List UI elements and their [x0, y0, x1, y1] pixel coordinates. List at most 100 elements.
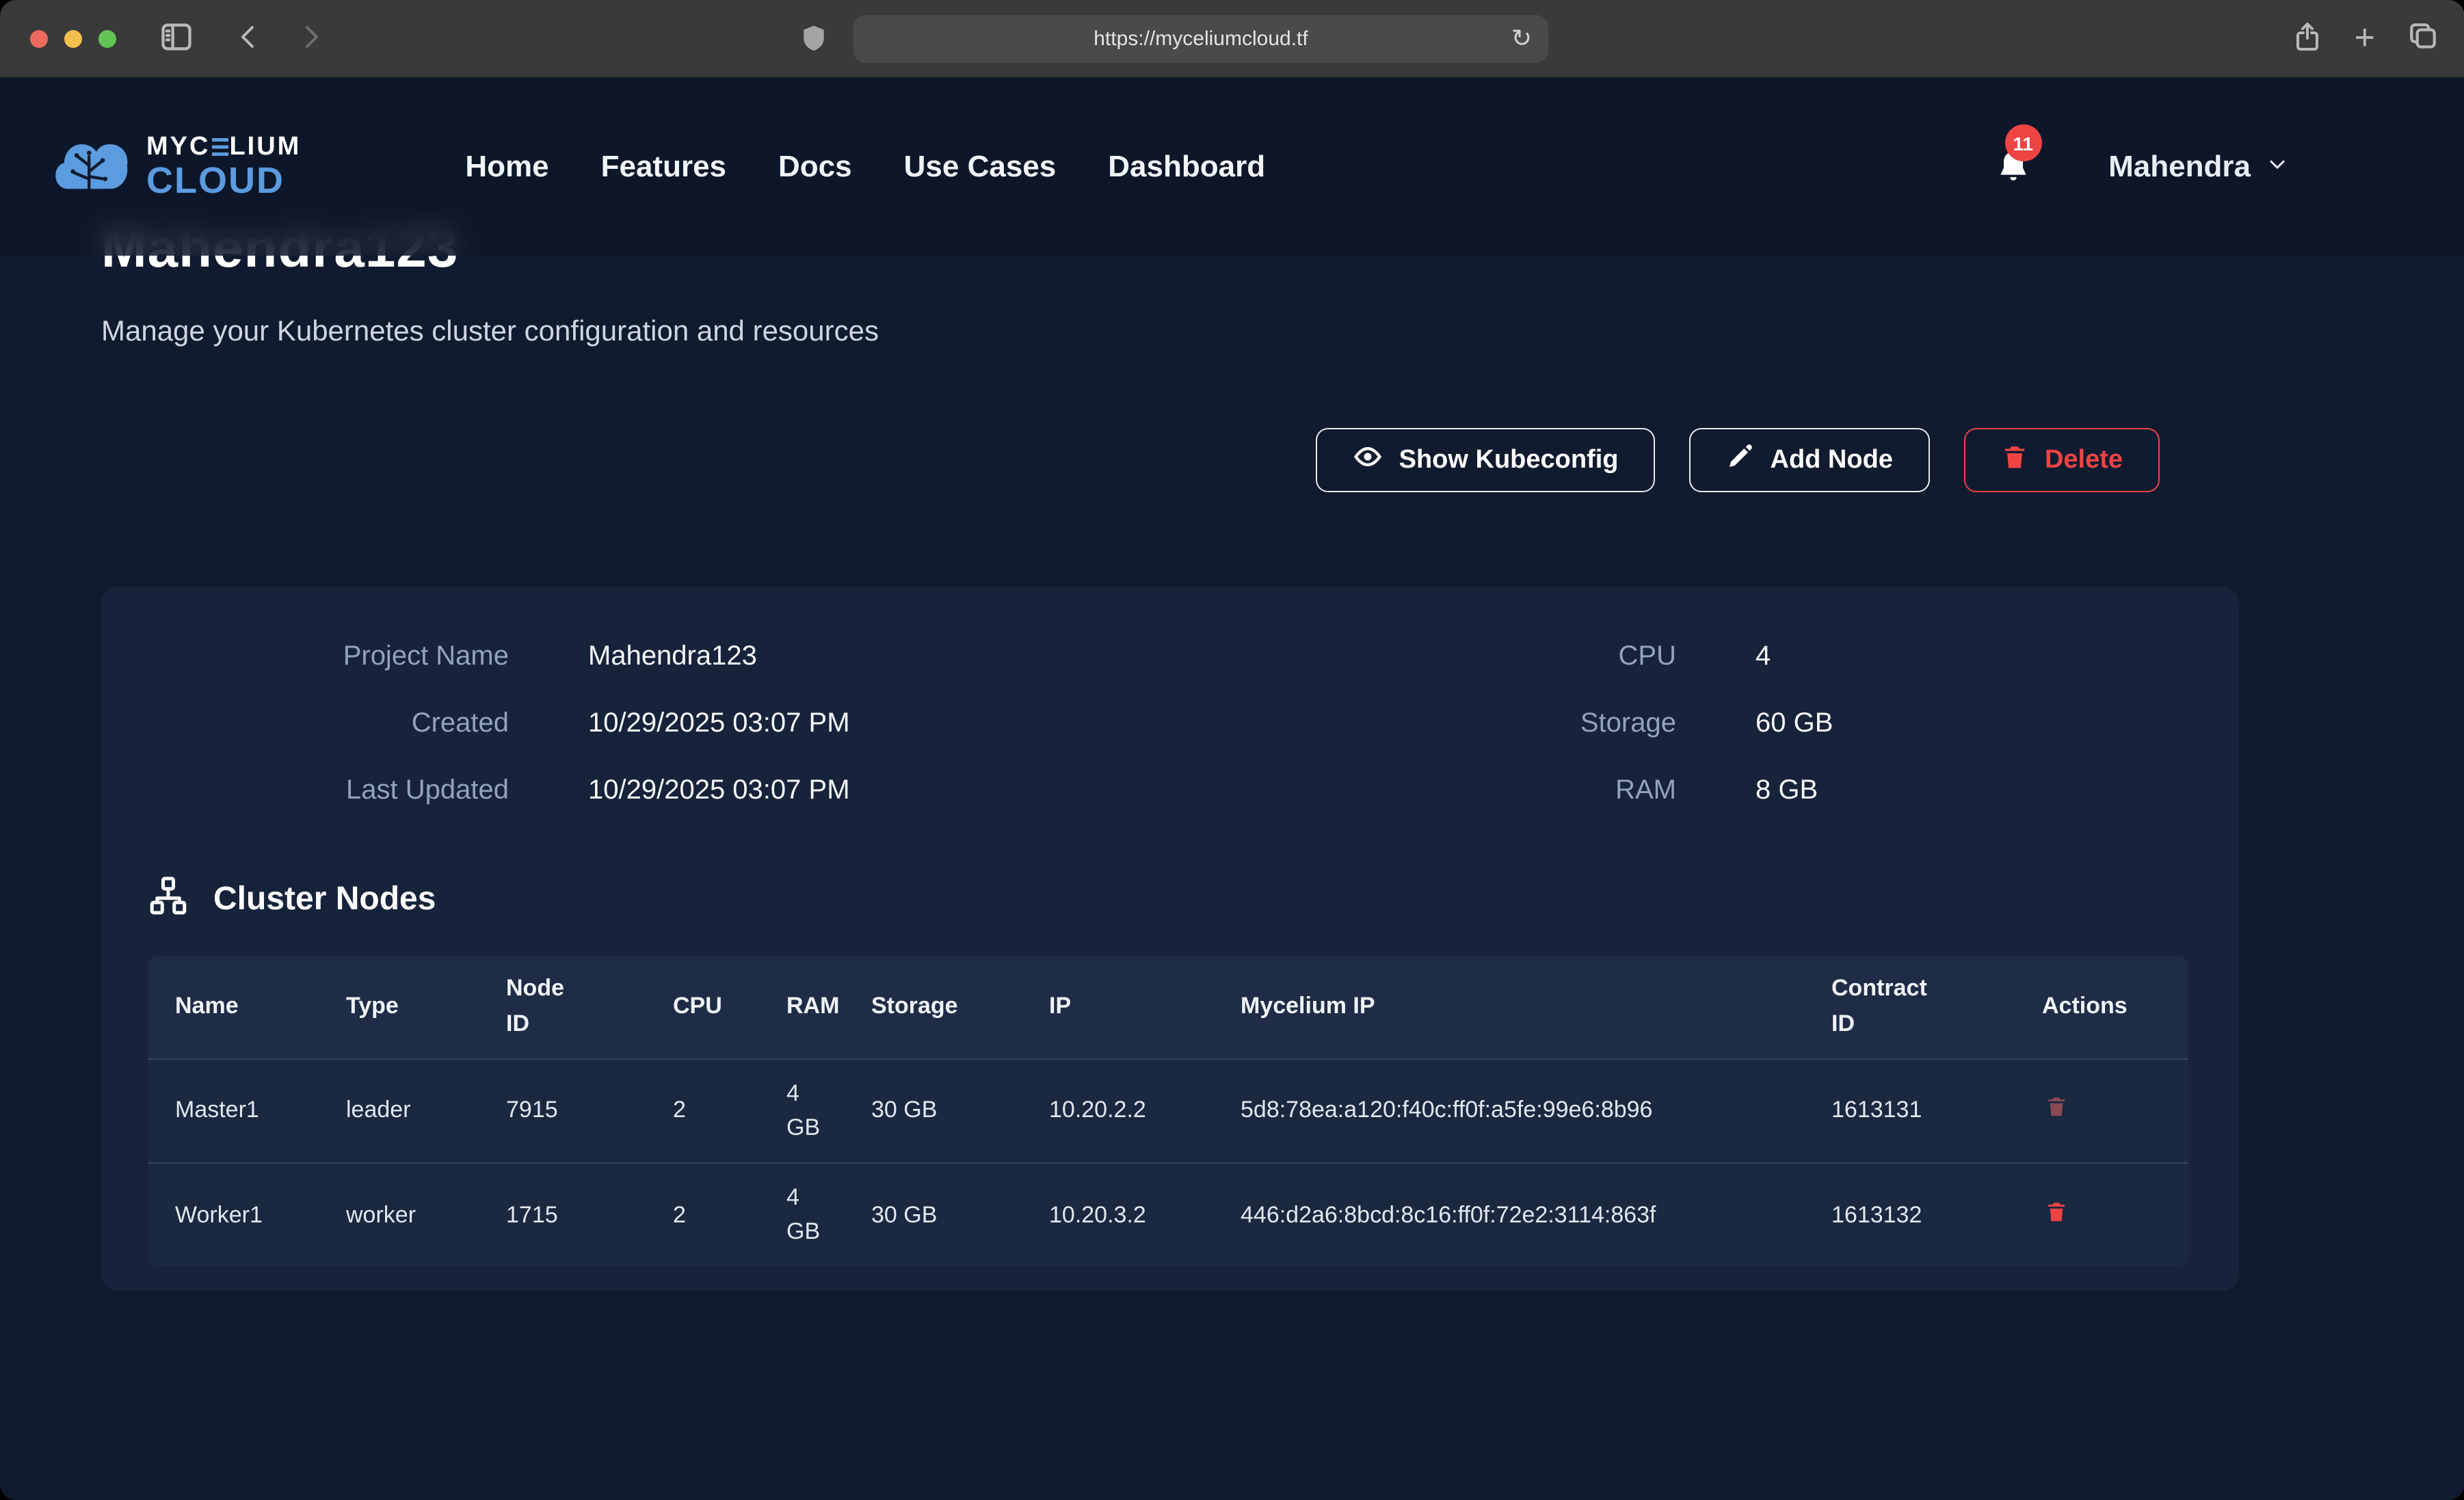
brand-wordmark: MYC LIUM CLOUD — [146, 134, 301, 200]
nav-link-dashboard[interactable]: Dashboard — [1108, 149, 1265, 185]
cpu-value: 4 — [1756, 641, 2239, 673]
brand-top-left: MYC — [146, 134, 210, 160]
project-name-label: Project Name — [189, 641, 509, 673]
chevron-down-icon — [2264, 149, 2289, 185]
ram-value: 8 GB — [1756, 775, 2239, 807]
created-value: 10/29/2025 03:07 PM — [588, 708, 1170, 740]
cell-node-id: 7915 — [479, 1058, 646, 1162]
cluster-info-card: Project Name Mahendra123 Created 10/29/2… — [101, 587, 2239, 1291]
delete-node-button[interactable] — [2042, 1196, 2071, 1230]
cell-contract-id: 1613132 — [1804, 1162, 2015, 1266]
zoom-window-button[interactable] — [98, 30, 116, 48]
col-header-cpu: CPU — [646, 956, 759, 1058]
web-page: Mahendra123 Manage your Kubernetes clust… — [0, 78, 2464, 1500]
cell-mycelium-ip: 5d8:78ea:a120:f40c:ff0f:a5fe:99e6:8b96 — [1213, 1058, 1804, 1162]
col-header-type: Type — [319, 956, 479, 1058]
sidebar-toggle-icon[interactable] — [159, 19, 194, 55]
cell-ip: 10.20.2.2 — [1022, 1058, 1213, 1162]
nav-link-use-cases[interactable]: Use Cases — [904, 149, 1057, 185]
reload-icon[interactable]: ↻ — [1511, 21, 1532, 56]
add-node-label: Add Node — [1771, 445, 1893, 475]
cell-contract-id: 1613131 — [1804, 1058, 2015, 1162]
cell-type: worker — [319, 1162, 479, 1266]
user-menu[interactable]: Mahendra — [2108, 149, 2289, 185]
site-navbar: MYC LIUM CLOUD Home Features Docs Use Cas… — [0, 78, 2464, 256]
col-header-storage: Storage — [844, 956, 1022, 1058]
cell-name: Master1 — [148, 1058, 319, 1162]
cell-ram: 4 GB — [759, 1162, 844, 1266]
cell-mycelium-ip: 446:d2a6:8bcd:8c16:ff0f:72e2:3114:863f — [1213, 1162, 1804, 1266]
pencil-icon — [1727, 442, 1754, 478]
cluster-nodes-title: Cluster Nodes — [213, 880, 436, 918]
eye-icon — [1353, 441, 1383, 479]
show-kubeconfig-button[interactable]: Show Kubeconfig — [1316, 428, 1656, 492]
table-header-row: Name Type Node ID CPU RAM Storage IP Myc… — [148, 956, 2188, 1058]
created-label: Created — [189, 708, 509, 740]
show-kubeconfig-label: Show Kubeconfig — [1399, 445, 1619, 475]
table-row: Master1 leader 7915 2 4 GB 30 GB 10.20.2… — [148, 1058, 2188, 1162]
cell-ip: 10.20.3.2 — [1022, 1162, 1213, 1266]
cell-storage: 30 GB — [844, 1058, 1022, 1162]
back-icon[interactable] — [233, 19, 265, 55]
notification-count-badge: 11 — [2004, 124, 2041, 161]
address-bar[interactable]: https://myceliumcloud.tf ↻ — [853, 15, 1548, 63]
col-header-ram: RAM — [759, 956, 844, 1058]
col-header-ip: IP — [1022, 956, 1213, 1058]
forward-icon[interactable] — [294, 19, 327, 55]
tab-overview-icon[interactable] — [2405, 18, 2439, 56]
privacy-shield-icon[interactable] — [799, 21, 829, 56]
last-updated-value: 10/29/2025 03:07 PM — [588, 775, 1170, 807]
mycelium-cloud-logo-icon — [51, 131, 130, 203]
last-updated-label: Last Updated — [189, 775, 509, 807]
stylized-e-glyph — [211, 137, 228, 157]
cluster-info-left: Project Name Mahendra123 Created 10/29/2… — [101, 641, 1170, 807]
cell-cpu: 2 — [646, 1058, 759, 1162]
delete-cluster-button[interactable]: Delete — [1964, 428, 2160, 492]
new-tab-icon[interactable]: + — [2355, 18, 2375, 56]
nav-links: Home Features Docs Use Cases Dashboard — [465, 149, 1265, 185]
col-header-name: Name — [148, 956, 319, 1058]
bell-icon — [1993, 170, 2032, 193]
browser-window: https://myceliumcloud.tf ↻ + — [0, 0, 2464, 1500]
share-icon[interactable] — [2292, 18, 2324, 56]
close-window-button[interactable] — [30, 30, 48, 48]
page-content: Mahendra123 Manage your Kubernetes clust… — [0, 78, 2464, 1500]
cell-storage: 30 GB — [844, 1162, 1022, 1266]
cluster-nodes-table: Name Type Node ID CPU RAM Storage IP Myc… — [148, 956, 2188, 1266]
window-controls — [30, 30, 116, 48]
delete-label: Delete — [2045, 445, 2123, 475]
col-header-contract-id: Contract ID — [1804, 956, 2015, 1058]
cell-node-id: 1715 — [479, 1162, 646, 1266]
table-row: Worker1 worker 1715 2 4 GB 30 GB 10.20.3… — [148, 1162, 2188, 1266]
ram-label: RAM — [1280, 775, 1676, 807]
storage-label: Storage — [1280, 708, 1676, 740]
page-subtitle: Manage your Kubernetes cluster configura… — [101, 316, 2464, 349]
nav-link-features[interactable]: Features — [601, 149, 726, 185]
trash-icon — [2001, 442, 2028, 478]
cell-cpu: 2 — [646, 1162, 759, 1266]
nav-link-home[interactable]: Home — [465, 149, 548, 185]
screen: https://myceliumcloud.tf ↻ + — [0, 0, 2464, 1500]
delete-node-button[interactable] — [2042, 1092, 2071, 1126]
col-header-actions: Actions — [2015, 956, 2188, 1058]
browser-toolbar: https://myceliumcloud.tf ↻ + — [0, 0, 2464, 78]
cluster-actions: Show Kubeconfig Add Node — [101, 428, 2239, 492]
notifications-button[interactable]: 11 — [1993, 146, 2032, 187]
nav-link-docs[interactable]: Docs — [778, 149, 852, 185]
project-name-value: Mahendra123 — [588, 641, 1170, 673]
cell-type: leader — [319, 1058, 479, 1162]
cpu-label: CPU — [1280, 641, 1676, 673]
user-name: Mahendra — [2108, 149, 2251, 185]
trash-icon — [2045, 1207, 2068, 1227]
col-header-node-id: Node ID — [479, 956, 646, 1058]
cluster-info-right: CPU 4 Storage 60 GB RAM 8 GB — [1170, 641, 2239, 807]
brand-logo[interactable]: MYC LIUM CLOUD — [51, 131, 301, 203]
brand-top-right: LIUM — [229, 134, 301, 160]
col-header-mycelium-ip: Mycelium IP — [1213, 956, 1804, 1058]
trash-icon — [2045, 1103, 2068, 1123]
minimize-window-button[interactable] — [64, 30, 82, 48]
cell-ram: 4 GB — [759, 1058, 844, 1162]
add-node-button[interactable]: Add Node — [1690, 428, 1930, 492]
brand-bottom: CLOUD — [146, 163, 301, 200]
address-bar-url: https://myceliumcloud.tf — [1094, 27, 1308, 51]
